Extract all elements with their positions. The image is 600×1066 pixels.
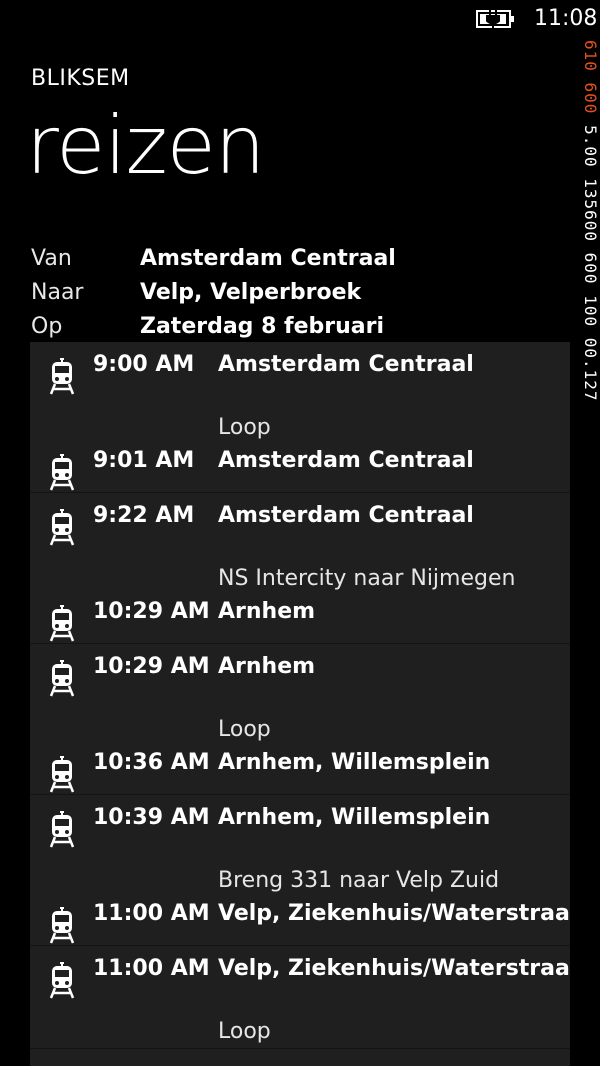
train-icon: [49, 756, 75, 794]
side-debug-accent: 610 600: [581, 40, 600, 126]
leg-mode: Breng 331 naar Velp Zuid: [218, 868, 500, 893]
leg-arrival: 10:29 AM Arnhem: [30, 595, 570, 643]
departure-stop: Velp, Ziekenhuis/Waterstraat: [218, 956, 570, 981]
date-value: Zaterdag 8 februari: [140, 314, 385, 339]
arrival-stop: Arnhem: [218, 599, 316, 624]
battery-charging-icon: [476, 10, 514, 29]
train-icon: [49, 358, 75, 396]
leg-arrival: 10:36 AM Arnhem, Willemsplein: [30, 746, 570, 794]
app-name: BLIKSEM: [31, 66, 130, 91]
departure-stop: Arnhem: [218, 654, 316, 679]
train-icon: [49, 454, 75, 492]
leg-mode: Loop: [218, 415, 271, 440]
trip-leg[interactable]: 9:00 AM Amsterdam Centraal Loop 9:01 AM …: [30, 342, 570, 493]
side-debug-text: 610 600 5.00 135600 600 100 00.127: [581, 40, 600, 402]
train-icon: [49, 962, 75, 1000]
train-icon: [49, 605, 75, 643]
train-icon: [49, 509, 75, 547]
train-icon: [49, 907, 75, 945]
leg-mode: NS Intercity naar Nijmegen: [218, 566, 516, 591]
status-bar: 11:08: [0, 0, 600, 40]
side-debug-values: 5.00 135600 600 100 00.127: [581, 125, 600, 402]
departure-stop: Amsterdam Centraal: [218, 503, 474, 528]
leg-mode: Loop: [218, 1019, 271, 1044]
departure-time: 9:22 AM: [93, 503, 195, 528]
date-label: Op: [31, 314, 63, 339]
train-icon: [49, 811, 75, 849]
train-icon: [49, 660, 75, 698]
from-label: Van: [31, 246, 72, 271]
arrival-time: 11:00 AM: [93, 901, 210, 926]
trip-leg[interactable]: 10:29 AM Arnhem Loop 10:36 AM Arnhem, Wi…: [30, 644, 570, 795]
arrival-time: 9:01 AM: [93, 448, 195, 473]
leg-departure: 10:39 AM Arnhem, Willemsplein: [30, 801, 570, 849]
to-value: Velp, Velperbroek: [140, 280, 362, 305]
departure-time: 11:00 AM: [93, 956, 210, 981]
leg-mode: Loop: [218, 717, 271, 742]
trip-leg[interactable]: 10:39 AM Arnhem, Willemsplein Breng 331 …: [30, 795, 570, 946]
departure-time: 9:00 AM: [93, 352, 195, 377]
arrival-time: 10:36 AM: [93, 750, 210, 775]
departure-stop: Arnhem, Willemsplein: [218, 805, 491, 830]
arrival-time: 10:29 AM: [93, 599, 210, 624]
status-clock: 11:08: [534, 6, 598, 31]
leg-arrival: 9:01 AM Amsterdam Centraal: [30, 444, 570, 492]
leg-arrival: 11:00 AM Velp, Ziekenhuis/Waterstraat: [30, 897, 570, 945]
to-label: Naar: [31, 280, 84, 305]
arrival-stop: Arnhem, Willemsplein: [218, 750, 491, 775]
arrival-stop: Amsterdam Centraal: [218, 448, 474, 473]
leg-departure: 11:00 AM Velp, Ziekenhuis/Waterstraat: [30, 952, 570, 1000]
leg-departure: 10:29 AM Arnhem: [30, 650, 570, 698]
arrival-stop: Velp, Ziekenhuis/Waterstraat: [218, 901, 570, 926]
departure-time: 10:39 AM: [93, 805, 210, 830]
departure-stop: Amsterdam Centraal: [218, 352, 474, 377]
trip-leg[interactable]: 11:00 AM Velp, Ziekenhuis/Waterstraat Lo…: [30, 946, 570, 1049]
side-debug-overlay: 610 600 5.00 135600 600 100 00.127: [578, 40, 600, 560]
leg-departure: 9:00 AM Amsterdam Centraal: [30, 348, 570, 396]
trip-leg[interactable]: 9:22 AM Amsterdam Centraal NS Intercity …: [30, 493, 570, 644]
trip-legs-list[interactable]: 9:00 AM Amsterdam Centraal Loop 9:01 AM …: [30, 342, 570, 1066]
leg-departure: 9:22 AM Amsterdam Centraal: [30, 499, 570, 547]
page-title: reizen: [26, 99, 265, 192]
from-value: Amsterdam Centraal: [140, 246, 396, 271]
departure-time: 10:29 AM: [93, 654, 210, 679]
